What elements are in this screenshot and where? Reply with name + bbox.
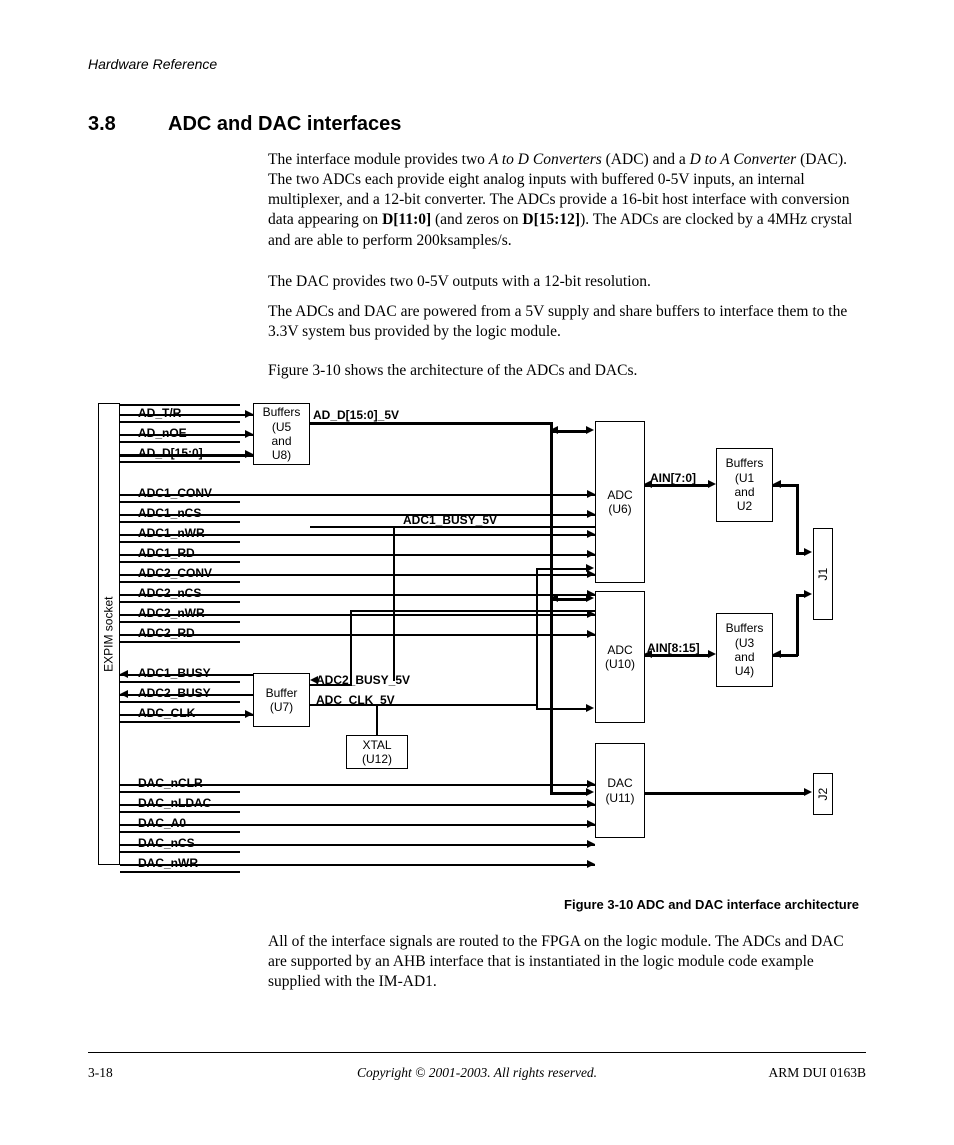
signal-label: ADC1_RD: [138, 546, 195, 560]
buffers-u1u2-l1: Buffers: [726, 456, 764, 470]
adc-u10-box: ADC (U10): [595, 591, 645, 723]
adc-u6-l1: ADC: [607, 488, 632, 502]
ad-d-5v-label: AD_D[15:0]_5V: [313, 408, 399, 422]
running-header: Hardware Reference: [88, 56, 217, 72]
signal-label: DAC_nCS: [138, 836, 195, 850]
xtal-l2: (U12): [362, 752, 392, 766]
p1-h: D[15:12]: [522, 211, 580, 228]
j2-label: J2: [816, 788, 830, 801]
paragraph-2: The DAC provides two 0-5V outputs with a…: [268, 272, 866, 292]
ain815-label: AIN[8:15]: [647, 641, 700, 655]
signal-label: ADC1_nCS: [138, 506, 201, 520]
dac-u11-box: DAC (U11): [595, 743, 645, 838]
signal-label: AD_nOE: [138, 426, 187, 440]
signal-label: ADC2_RD: [138, 626, 195, 640]
buffers-u3u4-l4: U4): [735, 664, 754, 678]
xtal-l1: XTAL: [362, 738, 391, 752]
buffers-u1u2-l3: and: [734, 485, 754, 499]
paragraph-4: Figure 3-10 shows the architecture of th…: [268, 361, 866, 381]
signal-label: ADC1_CONV: [138, 486, 212, 500]
p1-b: A to D Converters: [489, 151, 602, 168]
buffers-u5u8-l4: U8): [272, 448, 291, 462]
p1-d: D to A Converter: [690, 151, 797, 168]
signal-label: ADC2_CONV: [138, 566, 212, 580]
signal-label: ADC2_nCS: [138, 586, 201, 600]
p1-c: (ADC) and a: [602, 151, 690, 168]
signal-label: DAC_nLDAC: [138, 796, 211, 810]
buffers-u1u2-box: Buffers (U1 and U2: [716, 448, 773, 522]
figure-diagram: EXPIM socket Buffers (U5 and U8) Buffer …: [98, 398, 870, 878]
p1-g: (and zeros on: [431, 211, 522, 228]
buffer-u7-l2: (U7): [270, 700, 293, 714]
footer-rule: [88, 1052, 866, 1053]
adc1-busy-5v-label: ADC1_BUSY_5V: [403, 513, 497, 527]
buffers-u5u8-l3: and: [271, 434, 291, 448]
p1-f: D[11:0]: [382, 211, 431, 228]
signal-label: ADC1_BUSY: [138, 666, 211, 680]
expim-socket-box: EXPIM socket: [98, 403, 120, 865]
j1-box: J1: [813, 528, 833, 620]
signal-label: ADC_CLK: [138, 706, 195, 720]
buffers-u1u2-l2: (U1: [735, 471, 754, 485]
signal-label: DAC_A0: [138, 816, 186, 830]
buffers-u3u4-l3: and: [734, 650, 754, 664]
signal-label: DAC_nWR: [138, 856, 198, 870]
figure-caption: Figure 3-10 ADC and DAC interface archit…: [564, 897, 859, 912]
buffers-u3u4-l1: Buffers: [726, 621, 764, 635]
expim-socket-label: EXPIM socket: [102, 596, 116, 671]
adc-u10-l2: (U10): [605, 657, 635, 671]
adc-u6-l2: (U6): [608, 502, 631, 516]
signal-label: AD_T/R: [138, 406, 181, 420]
footer-docid: ARM DUI 0163B: [768, 1065, 866, 1081]
p1-a: The interface module provides two: [268, 151, 489, 168]
section-number: 3.8: [88, 113, 116, 136]
signal-label: AD_D[15:0]: [138, 446, 203, 460]
signal-label: ADC1_nWR: [138, 526, 205, 540]
paragraph-3: The ADCs and DAC are powered from a 5V s…: [268, 302, 866, 342]
buffer-u7-box: Buffer (U7): [253, 673, 310, 727]
j1-label: J1: [816, 568, 830, 581]
paragraph-5: All of the interface signals are routed …: [268, 932, 866, 992]
signal-label: DAC_nCLR: [138, 776, 203, 790]
buffers-u5u8-l1: Buffers: [263, 405, 301, 419]
buffers-u1u2-l4: U2: [737, 499, 752, 513]
buffers-u3u4-box: Buffers (U3 and U4): [716, 613, 773, 687]
buffer-u7-l1: Buffer: [266, 686, 298, 700]
dac-u11-l1: DAC: [607, 776, 632, 790]
j2-box: J2: [813, 773, 833, 815]
signal-label: ADC2_nWR: [138, 606, 205, 620]
section-title: ADC and DAC interfaces: [168, 113, 401, 136]
dac-u11-l2: (U11): [605, 791, 634, 805]
adc-u10-l1: ADC: [607, 643, 632, 657]
xtal-u12-box: XTAL (U12): [346, 735, 408, 769]
buffers-u5u8-box: Buffers (U5 and U8): [253, 403, 310, 465]
ain70-label: AIN[7:0]: [650, 471, 696, 485]
buffers-u3u4-l2: (U3: [735, 636, 754, 650]
paragraph-1: The interface module provides two A to D…: [268, 150, 866, 251]
buffers-u5u8-l2: (U5: [272, 420, 291, 434]
adc-u6-box: ADC (U6): [595, 421, 645, 583]
signal-label: ADC2_BUSY: [138, 686, 211, 700]
